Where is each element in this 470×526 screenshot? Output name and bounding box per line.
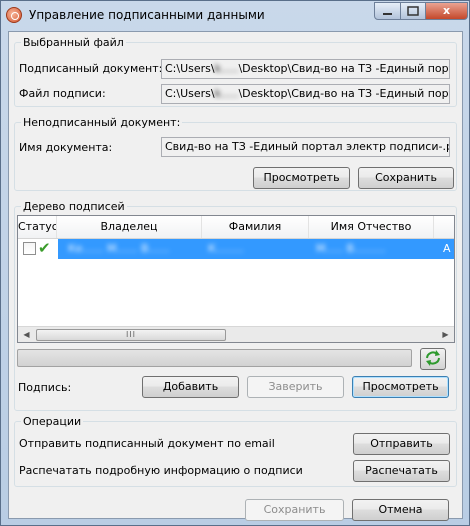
footer-save-button[interactable]: Сохранить — [245, 499, 344, 521]
unsigned-doc-legend: Неподписанный документ: — [23, 116, 181, 129]
refresh-icon — [426, 350, 440, 366]
unsigned-doc-group: Неподписанный документ: Имя документа: С… — [14, 116, 457, 191]
maximize-icon — [407, 6, 419, 16]
signed-doc-path: C:\Users\ — [165, 62, 215, 75]
close-button[interactable]: x — [425, 2, 468, 20]
add-signature-button[interactable]: Добавить — [142, 376, 239, 398]
dialog-window: Управление подписанными данными x Выбран… — [0, 0, 470, 526]
cell-owner: Ке...... М...... В...... — [68, 242, 170, 255]
signature-label: Подпись: — [18, 381, 72, 394]
redacted-username: k..... — [214, 62, 239, 75]
minimize-icon — [383, 13, 392, 15]
selected-file-legend: Выбранный файл — [23, 36, 124, 49]
doc-name-label: Имя документа: — [19, 141, 113, 154]
view-unsigned-button[interactable]: Просмотреть — [253, 167, 350, 189]
operations-group: Операции Отправить подписанный документ … — [14, 415, 457, 487]
print-label: Распечатать подробную информацию о подпи… — [19, 464, 303, 477]
check-icon: ✔ — [38, 239, 51, 257]
view-signature-button[interactable]: Просмотреть — [352, 376, 449, 398]
cell-extra: А — [443, 242, 451, 255]
signature-file-field[interactable]: C:\Users\k.....\Desktop\Свид-во на ТЗ -Е… — [161, 84, 450, 104]
maximize-button[interactable] — [400, 2, 426, 20]
scroll-right-arrow-icon[interactable]: ▶ — [437, 327, 454, 342]
cell-first-name: М..... В......... — [316, 242, 386, 255]
table-header: Статус Владелец Фамилия Имя Отчество — [18, 216, 454, 239]
signature-file-path-tail: \Desktop\Свид-во на ТЗ -Единый порт — [238, 87, 450, 100]
minimize-button[interactable] — [374, 2, 401, 20]
cell-last-name: К........ — [208, 242, 244, 255]
print-button[interactable]: Распечатать — [353, 460, 450, 482]
signature-file-label: Файл подписи: — [19, 87, 106, 100]
column-last-name[interactable]: Фамилия — [202, 216, 309, 238]
redacted-username: k..... — [214, 87, 239, 100]
window-title: Управление подписанными данными — [29, 8, 265, 22]
signature-tree-legend: Дерево подписей — [23, 200, 125, 213]
scroll-thumb[interactable]: III — [36, 329, 226, 341]
table-row[interactable]: ✔ Ке...... М...... В...... К........ М..… — [18, 239, 454, 259]
column-owner[interactable]: Владелец — [57, 216, 202, 238]
certify-button[interactable]: Заверить — [247, 376, 344, 398]
dialog-body: Выбранный файл Подписанный документ: C:\… — [8, 31, 463, 521]
selected-file-group: Выбранный файл Подписанный документ: C:\… — [14, 36, 457, 107]
operations-legend: Операции — [23, 415, 82, 428]
horizontal-scrollbar[interactable]: ◀ III ▶ — [18, 326, 454, 342]
email-label: Отправить подписанный документ по email — [19, 437, 275, 450]
close-icon: x — [442, 4, 451, 17]
scroll-left-arrow-icon[interactable]: ◀ — [18, 327, 35, 342]
save-unsigned-button[interactable]: Сохранить — [358, 167, 454, 189]
column-status[interactable]: Статус — [18, 216, 57, 238]
column-first-name[interactable]: Имя Отчество — [309, 216, 434, 238]
doc-name-field[interactable]: Свид-во на ТЗ -Единый портал электр подп… — [161, 137, 450, 157]
app-seal-icon — [6, 7, 22, 23]
signed-doc-label: Подписанный документ: — [19, 62, 163, 75]
signed-doc-field[interactable]: C:\Users\k.....\Desktop\Свид-во на ТЗ -Е… — [161, 59, 450, 79]
cancel-button[interactable]: Отмена — [352, 499, 449, 521]
refresh-button[interactable] — [420, 348, 446, 370]
title-bar[interactable]: Управление подписанными данными x — [1, 1, 469, 31]
signed-doc-path-tail: \Desktop\Свид-во на ТЗ -Единый порт — [238, 62, 450, 75]
send-button[interactable]: Отправить — [353, 433, 450, 455]
signature-tree-table[interactable]: Статус Владелец Фамилия Имя Отчество ✔ К… — [17, 215, 455, 343]
row-checkbox[interactable] — [23, 242, 36, 255]
signature-file-path: C:\Users\ — [165, 87, 215, 100]
progress-bar — [17, 349, 412, 367]
